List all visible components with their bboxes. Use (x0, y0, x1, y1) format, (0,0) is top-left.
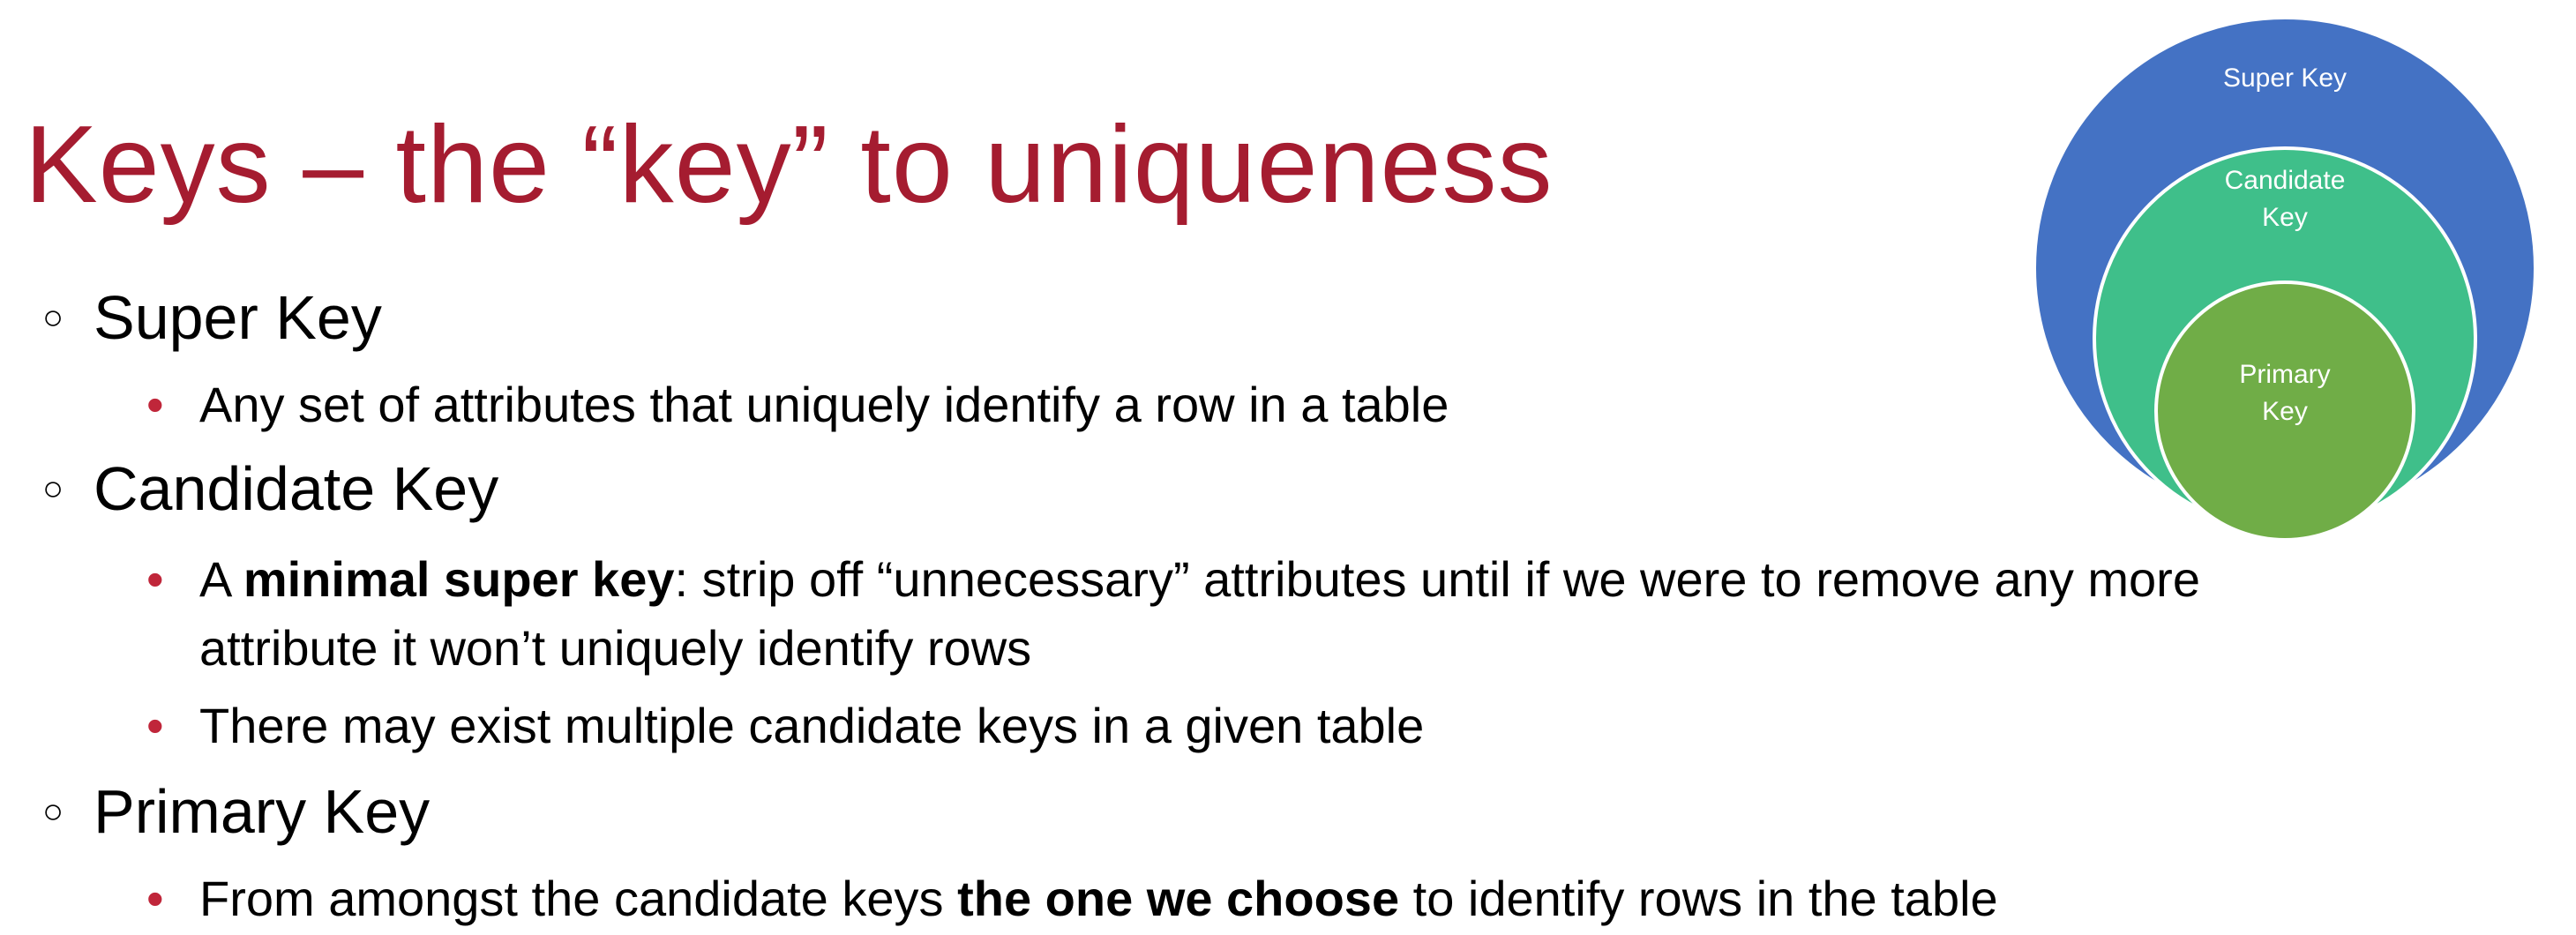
primary-key-label-line1: Primary (2239, 360, 2330, 389)
sub-bullet-primary-key-definition: From amongst the candidate keys the one … (199, 864, 1998, 933)
candidate-key-label-line2: Key (2262, 203, 2308, 232)
text-run: : strip off “unnecessary” attributes unt… (674, 551, 2200, 607)
bold-term-the-one-we-choose: the one we choose (957, 871, 1400, 926)
primary-key-label-line2: Key (2262, 397, 2308, 426)
dot-bullet-icon: • (146, 698, 164, 753)
super-key-label: Super Key (2223, 64, 2347, 93)
dot-bullet-icon: • (146, 871, 164, 926)
dot-bullet-icon: • (146, 377, 164, 432)
hollow-circle-bullet-icon: ○ (42, 469, 64, 508)
text-run: to identify rows in the table (1399, 871, 1998, 926)
sub-bullet-candidate-key-definition: A minimal super key: strip off “unnecess… (199, 545, 2200, 614)
hollow-circle-bullet-icon: ○ (42, 298, 64, 337)
sub-bullet-super-key-definition: Any set of attributes that uniquely iden… (199, 377, 1449, 432)
bullet-heading-primary-key: Primary Key (94, 777, 431, 846)
sub-bullet-candidate-key-continuation: attribute it won’t uniquely identify row… (199, 620, 1032, 676)
bullet-heading-candidate-key: Candidate Key (94, 454, 499, 523)
bold-term-minimal-super-key: minimal super key (243, 551, 675, 607)
bullet-heading-super-key: Super Key (94, 283, 382, 352)
candidate-key-label-line1: Candidate (2225, 166, 2346, 195)
hollow-circle-bullet-icon: ○ (42, 792, 64, 831)
sub-bullet-multiple-candidate-keys: There may exist multiple candidate keys … (199, 698, 1425, 753)
dot-bullet-icon: • (146, 551, 164, 607)
text-run: A (199, 551, 243, 607)
keys-nested-circles-diagram: Super Key Candidate Key Primary Key (2033, 16, 2537, 542)
text-run: From amongst the candidate keys (199, 871, 958, 926)
slide: Keys – the “key” to uniqueness ○ Super K… (0, 0, 2576, 935)
